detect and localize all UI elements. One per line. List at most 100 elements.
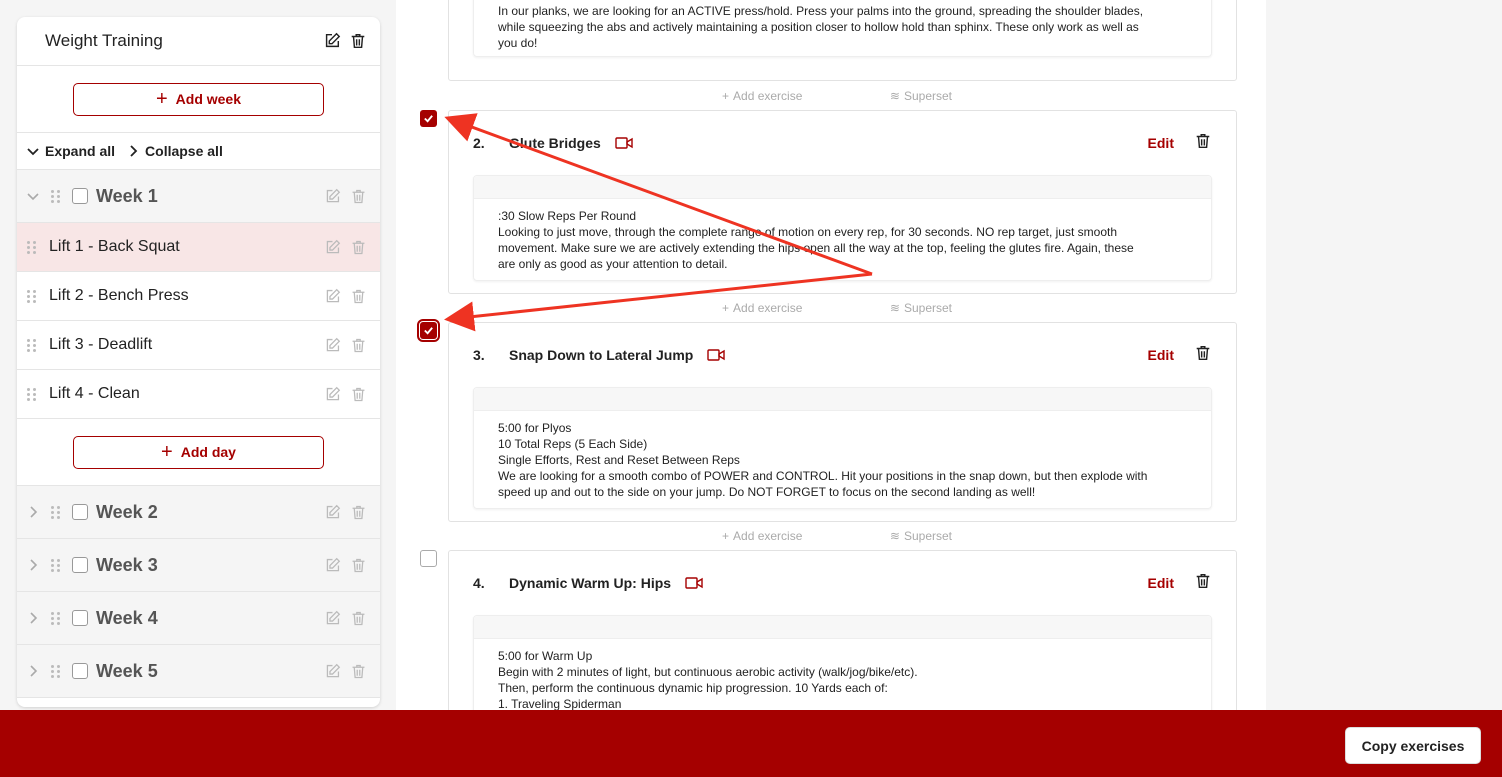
exercise-notes: 5:00 for Warm Up Begin with 2 minutes of…	[473, 615, 1212, 721]
chevron-right-icon[interactable]	[25, 610, 41, 626]
add-exercise-link[interactable]: + Add exercise	[722, 529, 802, 543]
drag-handle-icon[interactable]	[51, 504, 61, 520]
video-icon[interactable]	[685, 576, 703, 590]
edit-icon[interactable]	[322, 335, 342, 355]
week-row[interactable]: Week 4	[17, 592, 380, 645]
edit-button[interactable]: Edit	[1148, 575, 1174, 591]
day-label: Lift 2 - Bench Press	[49, 287, 189, 304]
drag-handle-icon[interactable]	[27, 239, 37, 255]
trash-icon[interactable]	[348, 186, 368, 206]
expand-all-button[interactable]: Expand all	[25, 143, 115, 159]
trash-icon[interactable]	[348, 31, 368, 51]
edit-icon[interactable]	[322, 237, 342, 257]
add-exercise-label: Add exercise	[733, 301, 803, 315]
add-day-label: Add day	[180, 444, 236, 460]
day-row[interactable]: Lift 3 - Deadlift	[17, 321, 380, 370]
trash-icon[interactable]	[1194, 344, 1212, 367]
trash-icon[interactable]	[348, 237, 368, 257]
exercise-notes-text: :30 Slow Reps Per Round Looking to just …	[498, 209, 1134, 271]
trash-icon[interactable]	[348, 384, 368, 404]
add-week-button[interactable]: + Add week	[73, 82, 324, 116]
trash-icon[interactable]	[348, 335, 368, 355]
drag-handle-icon[interactable]	[51, 557, 61, 573]
week-checkbox[interactable]	[72, 557, 88, 573]
program-title: Weight Training	[45, 31, 163, 50]
collapse-all-button[interactable]: Collapse all	[125, 143, 223, 159]
day-row[interactable]: Lift 2 - Bench Press	[17, 272, 380, 321]
check-icon	[424, 115, 433, 123]
add-day-section: + Add day	[17, 419, 380, 486]
edit-icon[interactable]	[322, 384, 342, 404]
exercise-card: In our planks, we are looking for an ACT…	[448, 0, 1237, 81]
collapse-all-label: Collapse all	[145, 143, 223, 159]
plus-icon: +	[155, 88, 168, 110]
drag-handle-icon[interactable]	[27, 288, 37, 304]
chevron-right-icon[interactable]	[25, 557, 41, 573]
exercise-select-checkbox[interactable]	[420, 550, 437, 567]
week-label: Week 3	[96, 554, 158, 575]
week-row[interactable]: Week 5	[17, 645, 380, 698]
add-exercise-link[interactable]: + Add exercise	[722, 89, 802, 103]
trash-icon[interactable]	[348, 286, 368, 306]
week-checkbox[interactable]	[72, 610, 88, 626]
trash-icon[interactable]	[348, 555, 368, 575]
week-label: Week 2	[96, 501, 158, 522]
edit-button[interactable]: Edit	[1148, 135, 1174, 151]
week-row[interactable]: Week 1	[17, 170, 380, 223]
video-icon[interactable]	[615, 136, 633, 150]
day-row[interactable]: Lift 4 - Clean	[17, 370, 380, 419]
drag-handle-icon[interactable]	[51, 188, 61, 204]
chevron-right-icon[interactable]	[25, 504, 41, 520]
exercise-card: 3. Snap Down to Lateral Jump Edit 5:00 f…	[448, 322, 1237, 522]
trash-icon[interactable]	[348, 661, 368, 681]
superset-link[interactable]: ≋ Superset	[890, 89, 952, 103]
add-exercise-label: Add exercise	[733, 89, 803, 103]
plus-icon: +	[722, 301, 730, 315]
check-icon	[424, 327, 433, 335]
week-checkbox[interactable]	[72, 663, 88, 679]
edit-icon[interactable]	[322, 186, 342, 206]
drag-handle-icon[interactable]	[27, 386, 37, 402]
week-row[interactable]: Week 2	[17, 486, 380, 539]
superset-link[interactable]: ≋ Superset	[890, 301, 952, 315]
exercise-notes: :30 Slow Reps Per Round Looking to just …	[473, 175, 1212, 281]
exercise-select-checkbox[interactable]	[417, 319, 440, 342]
exercise-notes-text: 5:00 for Plyos 10 Total Reps (5 Each Sid…	[498, 421, 1148, 499]
chevron-right-icon[interactable]	[25, 663, 41, 679]
exercise-number: 2.	[473, 135, 485, 151]
program-header: Weight Training	[17, 17, 380, 66]
edit-icon[interactable]	[322, 502, 342, 522]
week-label: Week 4	[96, 607, 158, 628]
exercise-name: Glute Bridges	[509, 135, 601, 151]
day-row[interactable]: Lift 1 - Back Squat	[17, 223, 380, 272]
edit-icon[interactable]	[322, 661, 342, 681]
between-actions: + Add exercise ≋ Superset	[722, 529, 952, 543]
week-checkbox[interactable]	[72, 188, 88, 204]
week-label: Week 5	[96, 660, 158, 681]
trash-icon[interactable]	[1194, 132, 1212, 155]
edit-icon[interactable]	[322, 31, 342, 51]
chevron-down-icon[interactable]	[25, 188, 41, 204]
edit-button[interactable]: Edit	[1148, 347, 1174, 363]
exercise-name: Dynamic Warm Up: Hips	[509, 575, 672, 591]
exercise-notes-text: 5:00 for Warm Up Begin with 2 minutes of…	[498, 649, 918, 711]
drag-handle-icon[interactable]	[27, 337, 37, 353]
superset-link[interactable]: ≋ Superset	[890, 529, 952, 543]
trash-icon[interactable]	[1194, 572, 1212, 595]
exercise-select-checkbox[interactable]	[420, 110, 437, 127]
trash-icon[interactable]	[348, 608, 368, 628]
add-exercise-link[interactable]: + Add exercise	[722, 301, 802, 315]
copy-exercises-button[interactable]: Copy exercises	[1345, 727, 1481, 764]
edit-icon[interactable]	[322, 608, 342, 628]
drag-handle-icon[interactable]	[51, 663, 61, 679]
week-row[interactable]: Week 3	[17, 539, 380, 592]
trash-icon[interactable]	[348, 502, 368, 522]
drag-handle-icon[interactable]	[51, 610, 61, 626]
add-day-button[interactable]: + Add day	[73, 435, 324, 469]
week-checkbox[interactable]	[72, 504, 88, 520]
notes-header	[474, 176, 1211, 199]
edit-icon[interactable]	[322, 286, 342, 306]
video-icon[interactable]	[707, 348, 726, 362]
edit-icon[interactable]	[322, 555, 342, 575]
add-week-section: + Add week	[17, 66, 380, 133]
